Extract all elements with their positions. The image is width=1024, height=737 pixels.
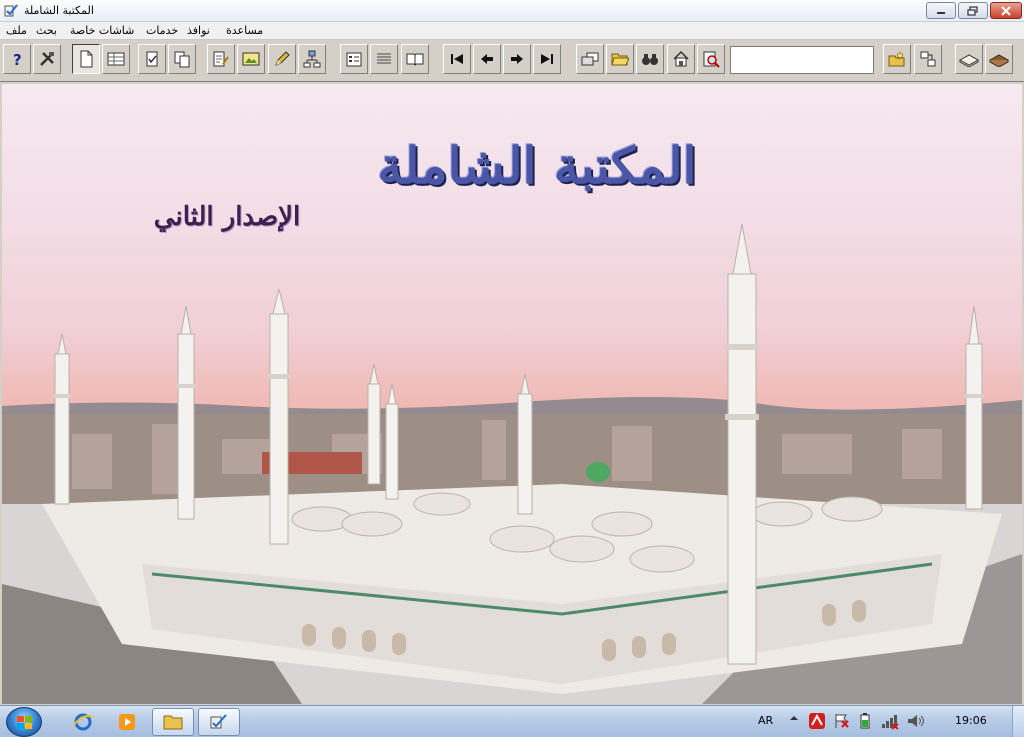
help-icon: ? [13,51,22,67]
language-indicator[interactable]: AR [758,714,773,727]
previous-icon [481,54,493,64]
menu-services[interactable]: خدمات [146,24,178,37]
taskbar-ie[interactable] [62,708,104,736]
svg-text:?: ? [13,51,22,67]
table-button[interactable] [102,44,130,74]
close-button[interactable] [990,2,1022,19]
image-icon [242,52,260,66]
splash-title: المكتبة الشاملة [377,136,697,195]
menu-file[interactable]: ملف [6,24,27,37]
tools-icon [40,52,54,66]
house-icon [673,50,689,67]
minimize-icon [937,11,945,14]
first-button[interactable] [443,44,471,74]
list-button[interactable] [370,44,398,74]
properties-icon [346,52,362,67]
flag-icon[interactable] [833,712,851,733]
folder-icon [163,715,183,730]
window-title: المكتبة الشاملة [24,4,94,17]
search-page-icon [703,51,720,68]
menu-windows[interactable]: نوافذ [187,24,210,37]
cards-button[interactable] [576,44,604,74]
start-button[interactable] [6,707,42,737]
binoculars-icon [642,54,658,65]
show-hidden-icon[interactable] [789,712,799,727]
house-button[interactable] [667,44,695,74]
menu-bar: ملف بحث شاشات خاصة خدمات نوافذ مساعدة [0,22,1024,40]
windows-start-icon [17,716,32,729]
properties-button[interactable] [340,44,368,74]
tree-icon [303,50,321,68]
taskbar-shamela[interactable] [198,708,240,736]
tools-button[interactable] [33,44,61,74]
taskbar: AR 19:06 [0,705,1024,737]
last-icon [541,54,553,64]
cards-icon [581,52,599,66]
menu-help[interactable]: مساعدة [226,24,263,37]
book-open-icon [406,53,424,66]
previous-button[interactable] [473,44,501,74]
open-book-button[interactable] [955,44,983,74]
taskbar-explorer[interactable] [152,708,194,736]
binoculars-button[interactable] [636,44,664,74]
new-document-button[interactable] [72,44,100,74]
menu-special-screens[interactable]: شاشات خاصة [70,24,134,37]
check-document-icon [146,51,158,67]
edit-document-button[interactable] [207,44,235,74]
new-document-icon [80,50,93,68]
search-page-button[interactable] [697,44,725,74]
toolbar: ? [0,40,1024,82]
copy-button[interactable] [168,44,196,74]
next-icon [511,54,523,64]
maximize-button[interactable] [958,2,988,19]
shamela-app-icon [210,714,227,729]
splash-subtitle: الإصدار الثاني [153,202,301,232]
battery-icon[interactable] [858,712,872,733]
open-folder-icon [611,53,629,66]
connect-button[interactable] [914,44,942,74]
toolbar-search-input[interactable] [730,46,874,74]
internet-explorer-icon [73,713,94,731]
media-player-icon [119,714,135,730]
connect-icon [920,51,936,67]
menu-search[interactable]: بحث [36,24,57,37]
open-book-icon [959,54,979,67]
taskbar-media-player[interactable] [106,708,148,736]
closed-book-icon [989,54,1009,67]
next-button[interactable] [503,44,531,74]
copy-icon [174,51,190,68]
help-button[interactable]: ? [3,44,31,74]
maximize-icon [967,5,978,16]
edit-document-icon [213,51,229,67]
volume-icon[interactable] [906,712,924,733]
table-icon [107,52,125,66]
close-icon [1001,5,1011,16]
last-button[interactable] [533,44,561,74]
show-desktop-button[interactable] [1012,706,1024,737]
minimize-button[interactable] [926,2,956,19]
app-book-check-icon [3,3,19,19]
image-button[interactable] [237,44,265,74]
list-icon [377,53,391,64]
new-folder-icon [888,51,905,67]
first-icon [451,54,463,64]
network-icon[interactable] [880,712,900,733]
new-folder-button[interactable] [883,44,911,74]
book-open-button[interactable] [401,44,429,74]
title-bar: المكتبة الشاملة [0,0,1024,22]
pencil-icon [275,51,290,66]
open-folder-button[interactable] [606,44,634,74]
check-document-button[interactable] [138,44,166,74]
clock[interactable]: 19:06 [955,714,987,727]
antivirus-icon[interactable] [808,712,826,733]
tree-button[interactable] [298,44,326,74]
splash-panel: المكتبة الشاملة الإصدار الثاني [2,84,1022,704]
pencil-button[interactable] [268,44,296,74]
closed-book-button[interactable] [985,44,1013,74]
